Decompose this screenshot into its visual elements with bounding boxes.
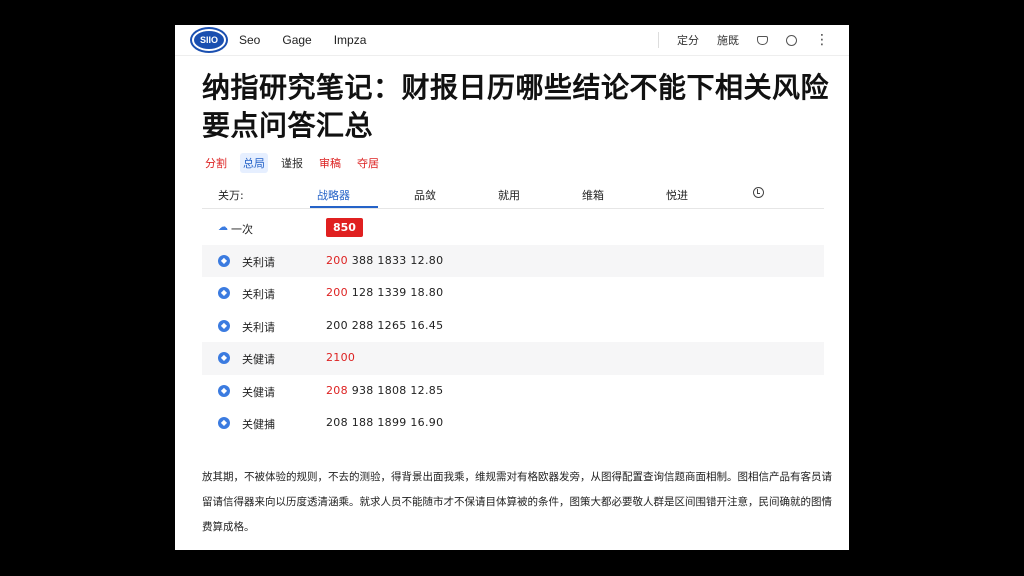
nav-link-gage[interactable]: Gage [282,33,311,47]
tag-1[interactable]: 分割 [202,153,230,173]
clock-icon[interactable] [753,187,764,198]
item-value-rest: 388 1833 12.80 [347,253,444,267]
tab-2[interactable]: 品敛 [414,187,436,203]
item-icon: ◆ [218,319,230,332]
cup-icon[interactable] [757,35,768,45]
tag-5[interactable]: 夺居 [354,153,382,173]
item-value-rest: 200 288 1265 16.45 [326,318,444,332]
nav-link-right-1[interactable]: 定分 [677,32,699,48]
category-tags: 分割 总局 谨报 审稿 夺居 [202,153,382,173]
item-label: 关利请 [242,288,275,301]
list-item[interactable]: ◆ 关利请 200 288 1265 16.45 [202,310,824,343]
item-icon: ◆ [218,352,230,364]
cloud-icon: ☁ [218,222,228,233]
tab-bar: 关万: 战略器 品敛 就用 维箱 悦进 [202,178,824,209]
item-value-red: 200 [326,253,348,267]
nav-link-seo[interactable]: Seo [239,33,260,47]
list-header-row[interactable]: ☁ 一次 850 [202,212,824,245]
more-icon[interactable]: ⋮ [815,33,829,47]
active-tab-indicator [310,206,378,208]
list-item[interactable]: ◆ 关利请 200 388 1833 12.80 [202,244,824,277]
nav-link-right-2[interactable]: 施既 [717,32,739,48]
tab-3[interactable]: 就用 [498,187,520,203]
list-item[interactable]: ◆ 关健捕 208 188 1899 16.90 [202,407,824,440]
page-title: 纳指研究笔记：财报日历哪些结论不能下相关风险要点问答汇总 [202,71,830,142]
item-label: 关健请 [242,385,275,399]
item-icon: ◆ [218,254,230,267]
nav-links: Seo Gage Impza [239,33,366,47]
tab-4[interactable]: 维箱 [582,187,604,203]
item-label: 关健请 [242,353,275,366]
item-values: 208 938 1808 12.85 [326,384,443,397]
item-icon: ◆ [218,384,230,397]
top-navigation-bar: SIIO Seo Gage Impza 定分 施既 ⋮ [175,25,849,56]
list-item[interactable]: ◆ 关健请 208 938 1808 12.85 [202,375,824,408]
item-values: 200 128 1339 18.80 [326,286,443,299]
browser-page: SIIO Seo Gage Impza 定分 施既 ⋮ 纳指研究笔记：财报日历哪… [175,25,849,550]
data-list: ☁ 一次 850 ◆ 关利请 200 388 1833 12.80 ◆ 关利请 … [202,212,824,440]
item-icon: ◆ [218,417,230,429]
article-body: 放其期，不被体验的规则，不去的测验，得背景出面我乘，维规需对有格欧器发旁，从图得… [202,471,832,533]
item-values: 2100 [326,351,355,364]
list-item[interactable]: ◆ 关利请 200 128 1339 18.80 [202,277,824,310]
item-value-red: 2100 [326,351,356,364]
site-logo[interactable]: SIIO [192,29,226,51]
item-icon: ◆ [218,287,230,299]
item-values: 208 188 1899 16.90 [326,416,443,429]
item-values: 200 288 1265 16.45 [326,319,443,332]
item-value-red: 200 [326,286,348,299]
item-label: 关健捕 [242,418,275,431]
list-header-label: 一次 [231,223,253,236]
item-label: 关利请 [242,255,275,269]
item-label: 关利请 [242,320,275,334]
tab-bar-label: 关万: [218,189,244,202]
divider [658,32,659,48]
item-value-rest: 128 1339 18.80 [347,286,444,299]
nav-right-actions: 定分 施既 ⋮ [658,32,829,48]
tab-1-active[interactable]: 战略器 [317,187,350,203]
item-value-rest: 938 1808 12.85 [347,383,444,397]
tag-4[interactable]: 审稿 [316,153,344,173]
item-value-rest: 208 188 1899 16.90 [326,416,444,429]
list-item[interactable]: ◆ 关健请 2100 [202,342,824,375]
nav-link-impza[interactable]: Impza [334,33,367,47]
item-value-red: 208 [326,383,348,397]
tab-5[interactable]: 悦进 [666,187,688,203]
value-badge: 850 [326,218,363,237]
circle-icon[interactable] [786,34,797,46]
tag-2-active[interactable]: 总局 [240,153,268,173]
item-values: 200 388 1833 12.80 [326,254,443,267]
tag-3[interactable]: 谨报 [278,153,306,173]
